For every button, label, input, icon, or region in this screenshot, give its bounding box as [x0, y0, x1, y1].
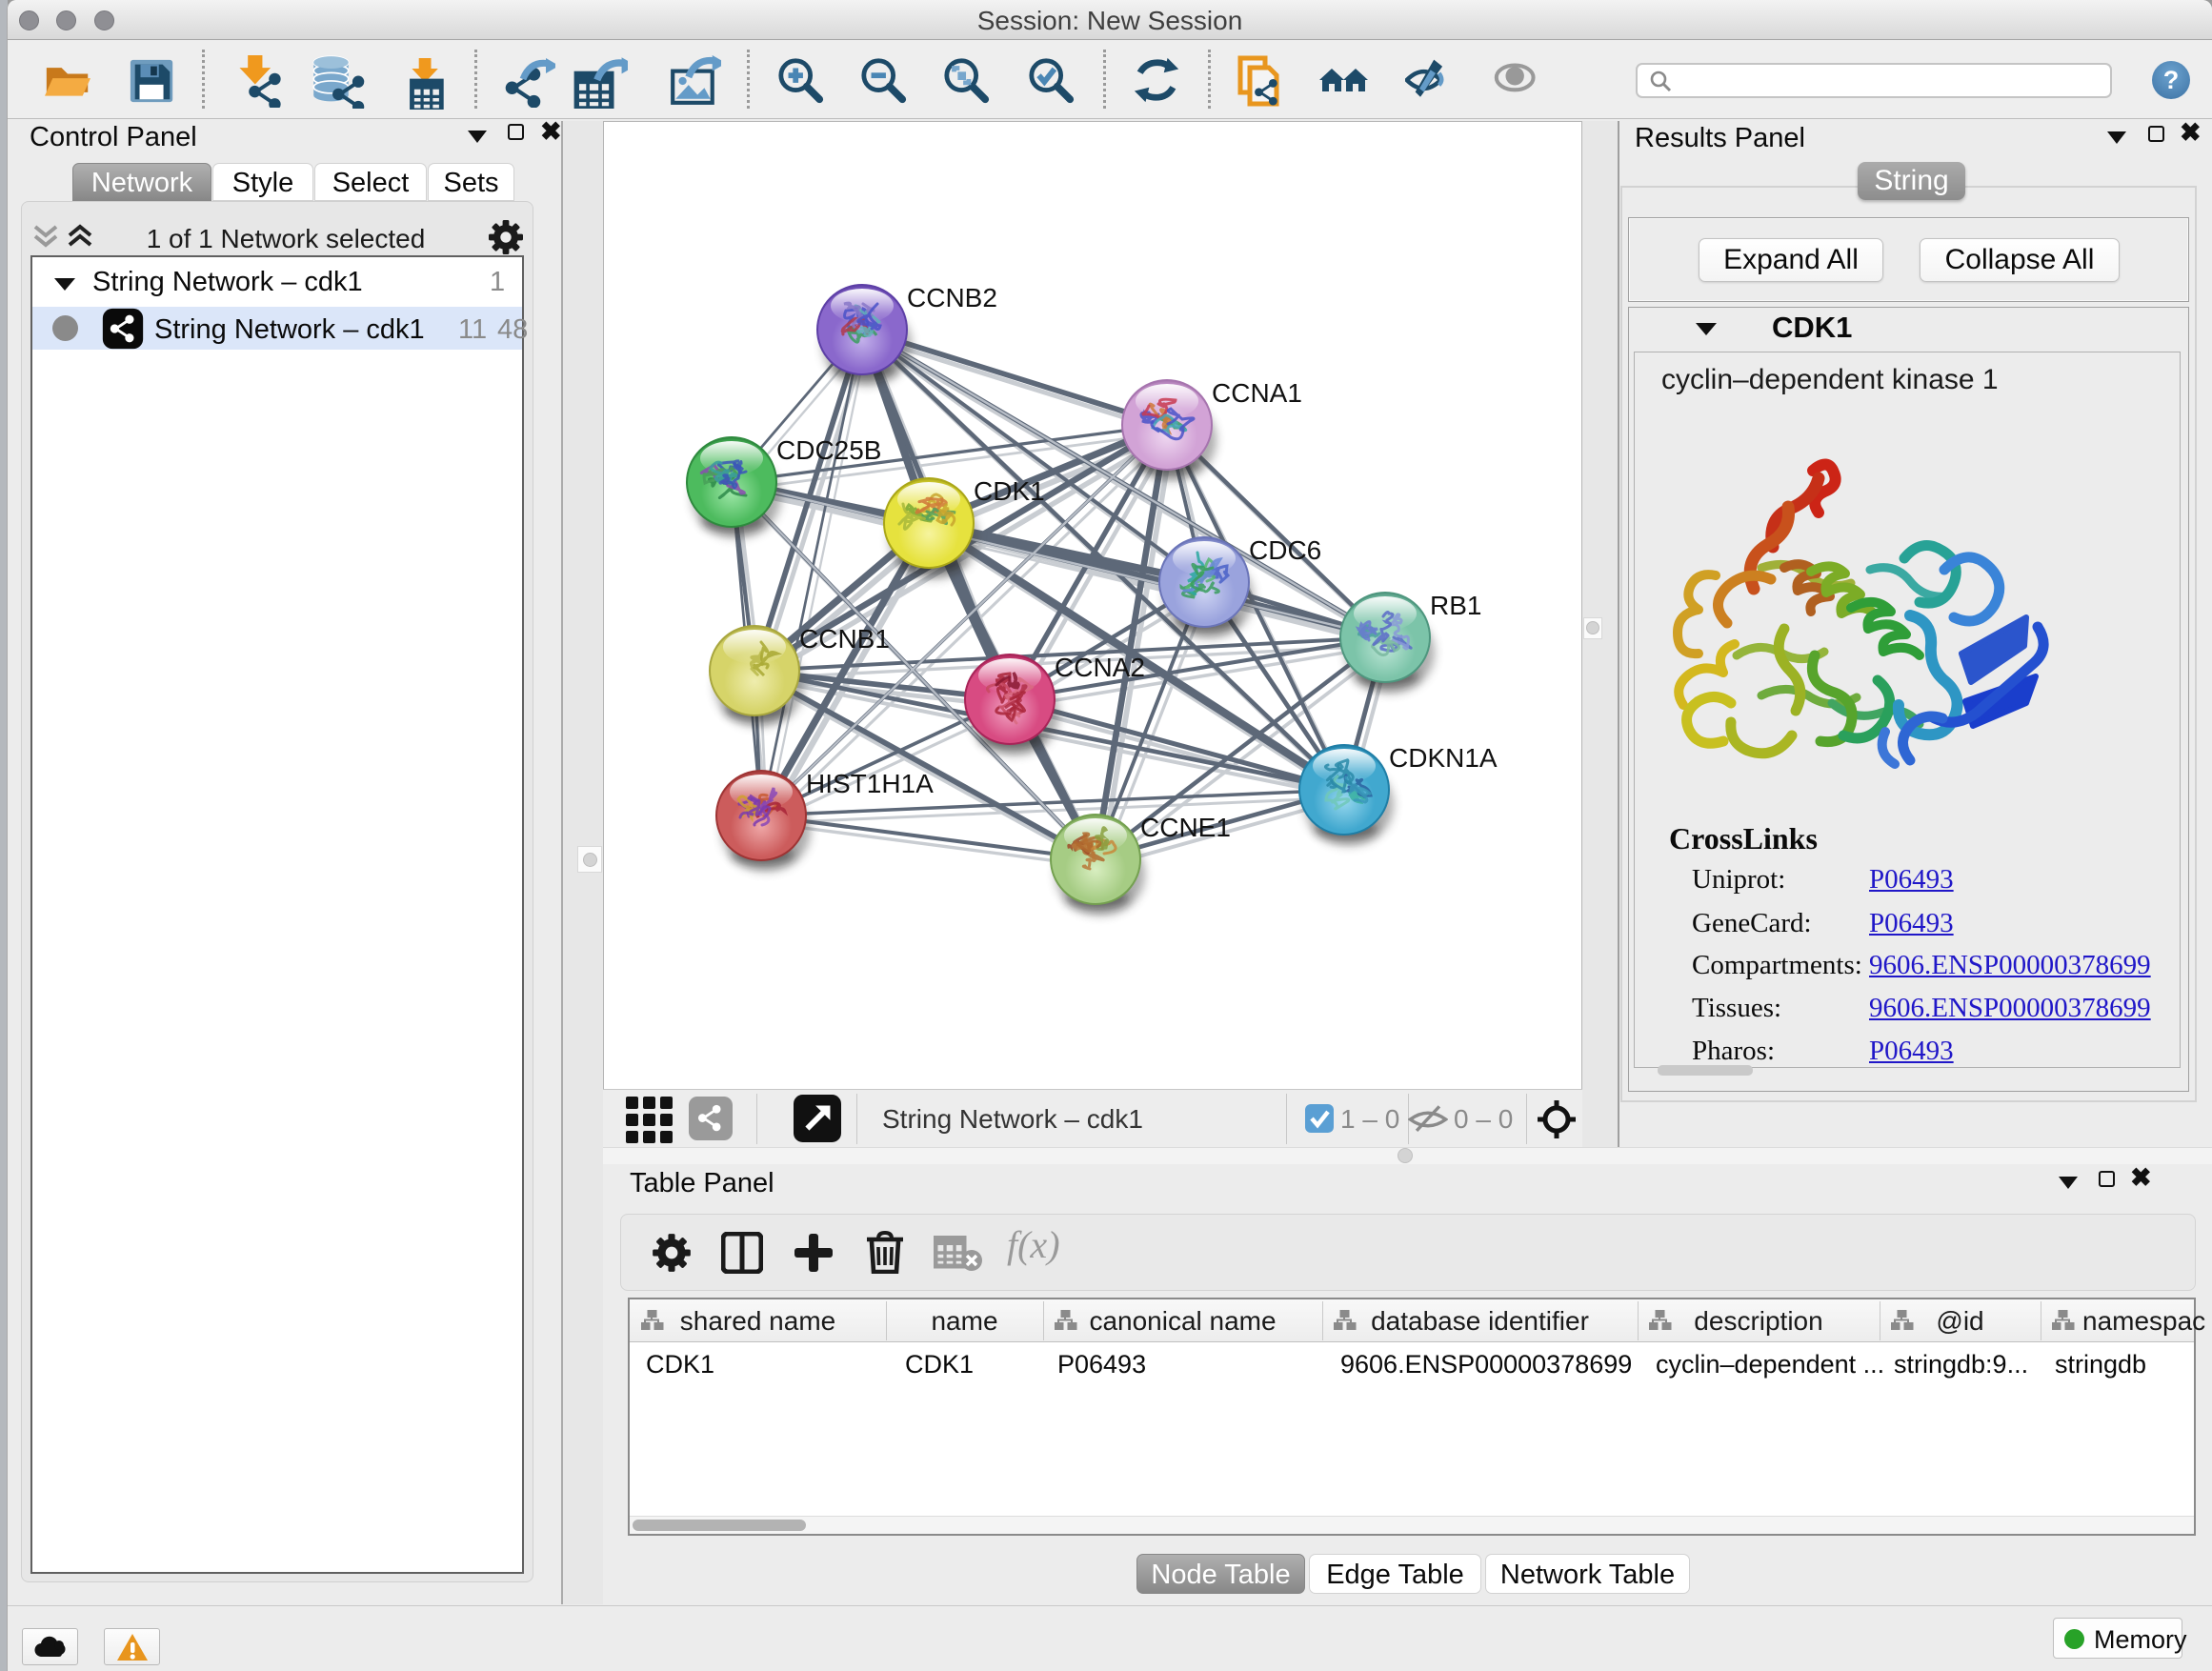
svg-text:HIST1H1A: HIST1H1A [806, 769, 934, 798]
svg-text:CCNB1: CCNB1 [799, 624, 890, 654]
svg-text:CDC6: CDC6 [1249, 535, 1321, 565]
svg-text:CCNB2: CCNB2 [907, 283, 997, 312]
svg-text:CDC25B: CDC25B [776, 435, 881, 465]
svg-text:CDK1: CDK1 [974, 476, 1045, 506]
svg-text:CCNA2: CCNA2 [1055, 653, 1145, 682]
svg-text:RB1: RB1 [1430, 591, 1481, 620]
svg-text:CCNE1: CCNE1 [1140, 813, 1231, 842]
svg-text:CDKN1A: CDKN1A [1389, 743, 1498, 773]
svg-text:CCNA1: CCNA1 [1212, 378, 1302, 408]
